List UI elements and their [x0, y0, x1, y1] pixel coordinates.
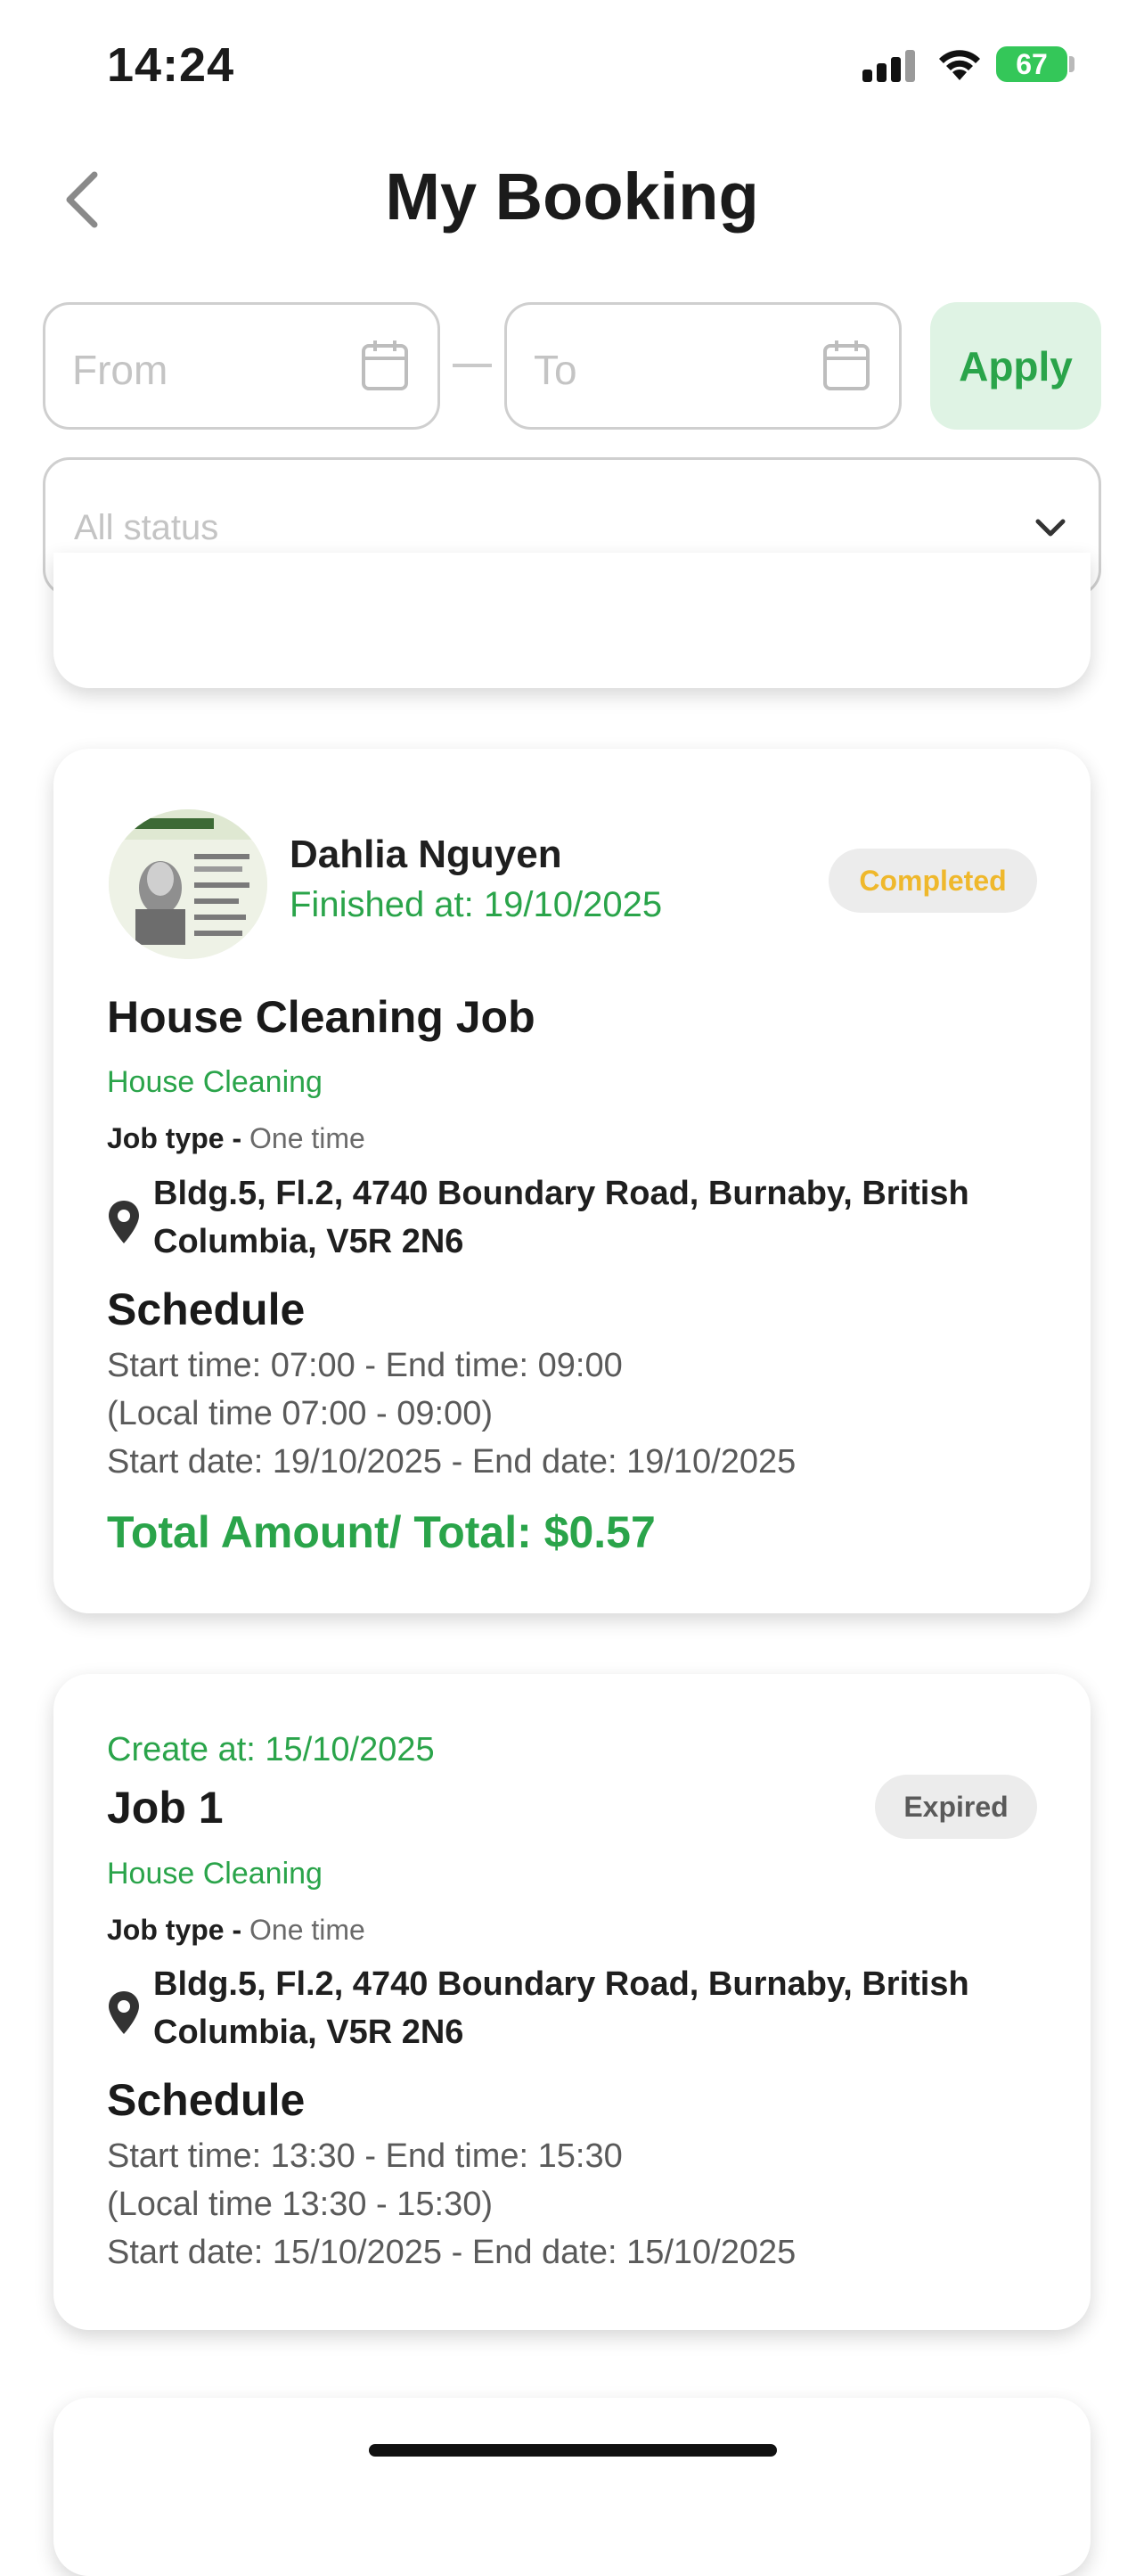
schedule-local-time: (Local time 07:00 - 09:00) [107, 1395, 494, 1432]
customer-name: Dahlia Nguyen [290, 833, 562, 876]
to-date-field[interactable]: To [504, 302, 902, 430]
date-range-separator [453, 364, 492, 367]
total-amount: Total Amount/ Total: $0.57 [107, 1507, 656, 1557]
job-type-label: Job type - [107, 1122, 242, 1154]
from-placeholder: From [72, 347, 168, 393]
location-pin-icon [109, 1201, 139, 1243]
job-title: House Cleaning Job [107, 992, 535, 1042]
booking-card-previous[interactable] [53, 553, 1091, 688]
created-at: Create at: 15/10/2025 [107, 1731, 435, 1768]
booking-card-next[interactable] [53, 2398, 1091, 2576]
from-date-field[interactable]: From [43, 302, 440, 430]
calendar-icon[interactable] [822, 339, 870, 392]
status-badge: Expired [875, 1775, 1037, 1839]
schedule-heading: Schedule [107, 1284, 306, 1334]
status-badge: Completed [829, 849, 1037, 913]
job-title: Job 1 [107, 1783, 224, 1833]
job-type: Job type - One time [107, 1914, 365, 1947]
schedule-dates: Start date: 15/10/2025 - End date: 15/10… [107, 2234, 797, 2271]
job-type-label: Job type - [107, 1914, 242, 1946]
calendar-icon[interactable] [361, 339, 409, 392]
battery-tip [1069, 56, 1075, 72]
page-title: My Booking [385, 160, 759, 234]
schedule-time: Start time: 07:00 - End time: 09:00 [107, 1347, 623, 1384]
schedule-heading: Schedule [107, 2075, 306, 2125]
job-category: House Cleaning [107, 1857, 323, 1891]
home-indicator[interactable] [369, 2444, 777, 2457]
wifi-icon [939, 50, 980, 80]
status-time: 14:24 [107, 38, 235, 92]
schedule-local-time: (Local time 13:30 - 15:30) [107, 2186, 494, 2223]
to-placeholder: To [534, 347, 577, 393]
apply-button[interactable]: Apply [930, 302, 1101, 430]
job-type-value: One time [249, 1914, 365, 1946]
location-pin-icon [109, 1991, 139, 2034]
job-address: Bldg.5, Fl.2, 4740 Boundary Road, Burnab… [153, 1175, 969, 1260]
avatar [109, 809, 267, 959]
battery-icon: 67 [996, 46, 1067, 82]
schedule-time: Start time: 13:30 - End time: 15:30 [107, 2137, 623, 2175]
status-placeholder: All status [74, 508, 219, 547]
job-address: Bldg.5, Fl.2, 4740 Boundary Road, Burnab… [153, 1965, 969, 2051]
schedule-dates: Start date: 19/10/2025 - End date: 19/10… [107, 1443, 797, 1481]
job-type-value: One time [249, 1122, 365, 1154]
chevron-down-icon [1035, 519, 1066, 537]
finished-at: Finished at: 19/10/2025 [290, 885, 663, 924]
job-type: Job type - One time [107, 1122, 365, 1155]
signal-icon [862, 50, 915, 82]
job-category: House Cleaning [107, 1065, 323, 1099]
